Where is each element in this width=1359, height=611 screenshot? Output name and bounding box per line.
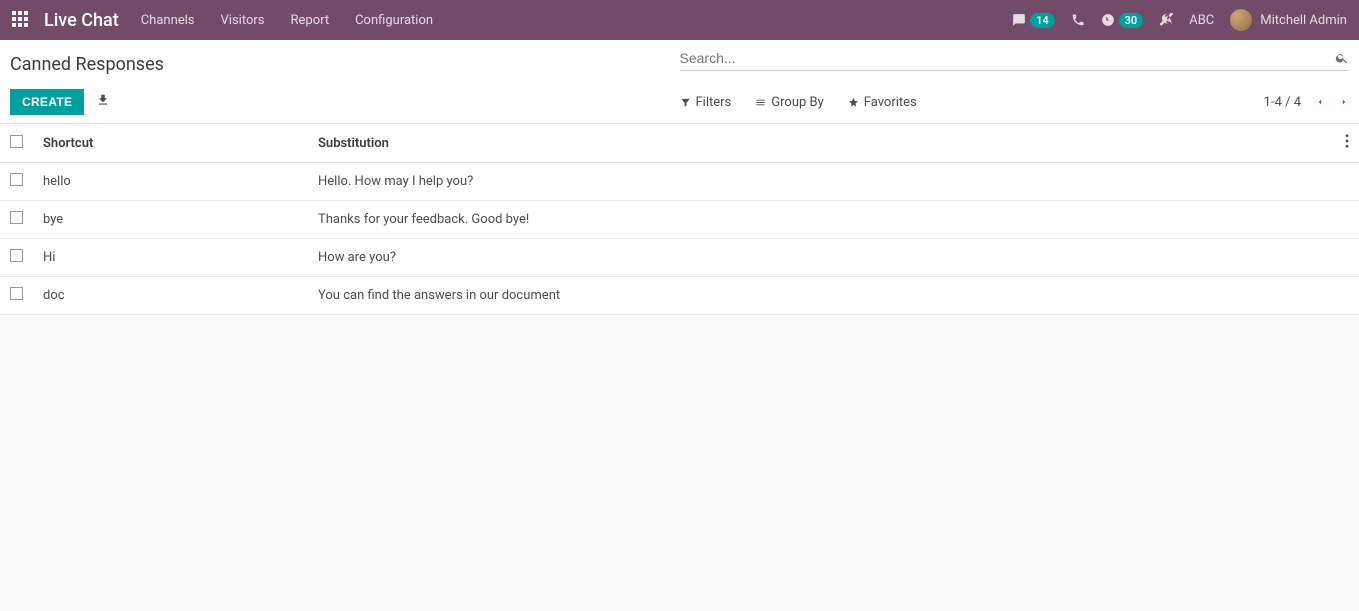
favorites-button[interactable]: Favorites xyxy=(848,95,917,110)
phone-chip[interactable] xyxy=(1071,13,1085,27)
apps-icon[interactable] xyxy=(12,11,30,29)
pager-prev[interactable] xyxy=(1315,95,1325,109)
row-checkbox[interactable] xyxy=(10,211,23,224)
col-shortcut[interactable]: Shortcut xyxy=(33,124,308,163)
user-name: Mitchell Admin xyxy=(1260,13,1347,28)
kebab-icon xyxy=(1345,134,1349,148)
row-checkbox-cell xyxy=(0,163,33,201)
cell-substitution: Thanks for your feedback. Good bye! xyxy=(308,201,1335,239)
menu-report[interactable]: Report xyxy=(291,13,330,28)
menu-visitors[interactable]: Visitors xyxy=(221,13,265,28)
header-checkbox-cell xyxy=(0,124,33,163)
menu-channels[interactable]: Channels xyxy=(141,13,195,28)
create-button[interactable]: CREATE xyxy=(10,89,84,115)
table-row[interactable]: HiHow are you? xyxy=(0,239,1359,277)
table-row[interactable]: helloHello. How may I help you? xyxy=(0,163,1359,201)
row-checkbox-cell xyxy=(0,277,33,315)
nav-right: 14 30 ABC Mitchell Admin xyxy=(1012,9,1347,31)
filters-button[interactable]: Filters xyxy=(680,95,732,110)
activity-chip[interactable]: 30 xyxy=(1101,13,1144,28)
clock-icon xyxy=(1101,13,1115,27)
col-options[interactable] xyxy=(1335,124,1359,163)
row-checkbox-cell xyxy=(0,239,33,277)
cell-empty xyxy=(1335,163,1359,201)
search-input[interactable] xyxy=(680,50,1336,66)
row-checkbox[interactable] xyxy=(10,249,23,262)
main-menu: Channels Visitors Report Configuration xyxy=(141,13,433,28)
list-icon xyxy=(755,97,766,108)
phone-icon xyxy=(1071,13,1085,27)
favorites-label: Favorites xyxy=(864,95,917,110)
col-substitution[interactable]: Substitution xyxy=(308,124,1335,163)
top-nav: Live Chat Channels Visitors Report Confi… xyxy=(0,0,1359,40)
pager-text: 1-4 / 4 xyxy=(1264,95,1301,110)
cell-shortcut: doc xyxy=(33,277,308,315)
table-row[interactable]: docYou can find the answers in our docum… xyxy=(0,277,1359,315)
cell-shortcut: bye xyxy=(33,201,308,239)
cell-shortcut: Hi xyxy=(33,239,308,277)
import-button[interactable] xyxy=(96,93,110,111)
row-checkbox[interactable] xyxy=(10,287,23,300)
cell-empty xyxy=(1335,201,1359,239)
row-checkbox[interactable] xyxy=(10,173,23,186)
cell-empty xyxy=(1335,239,1359,277)
download-icon xyxy=(96,93,110,107)
avatar xyxy=(1230,9,1252,31)
app-brand[interactable]: Live Chat xyxy=(44,10,119,31)
row-checkbox-cell xyxy=(0,201,33,239)
cp-tools: Filters Group By Favorites 1-4 / 4 xyxy=(680,95,1350,110)
cell-shortcut: hello xyxy=(33,163,308,201)
cell-substitution: Hello. How may I help you? xyxy=(308,163,1335,201)
funnel-icon xyxy=(680,97,691,108)
cell-empty xyxy=(1335,277,1359,315)
pager: 1-4 / 4 xyxy=(1264,95,1349,110)
table-row[interactable]: byeThanks for your feedback. Good bye! xyxy=(0,201,1359,239)
menu-configuration[interactable]: Configuration xyxy=(355,13,433,28)
pager-next[interactable] xyxy=(1339,95,1349,109)
company-switcher[interactable]: ABC xyxy=(1189,13,1214,28)
cell-substitution: How are you? xyxy=(308,239,1335,277)
messages-chip[interactable]: 14 xyxy=(1012,13,1055,28)
debug-icon xyxy=(1159,13,1173,27)
records-table: Shortcut Substitution helloHello. How ma… xyxy=(0,124,1359,315)
filters-label: Filters xyxy=(696,95,732,110)
user-menu[interactable]: Mitchell Admin xyxy=(1230,9,1347,31)
breadcrumb: Canned Responses xyxy=(10,54,164,75)
messages-icon xyxy=(1012,13,1026,27)
search-icon[interactable] xyxy=(1335,51,1349,65)
control-panel: Canned Responses CREATE Filters Group By… xyxy=(0,40,1359,124)
star-icon xyxy=(848,97,859,108)
cell-substitution: You can find the answers in our document xyxy=(308,277,1335,315)
select-all-checkbox[interactable] xyxy=(10,135,23,148)
activity-badge: 30 xyxy=(1119,13,1144,28)
messages-badge: 14 xyxy=(1030,13,1055,28)
groupby-label: Group By xyxy=(771,95,824,110)
search-bar[interactable] xyxy=(680,50,1350,71)
debug-chip[interactable] xyxy=(1159,13,1173,27)
groupby-button[interactable]: Group By xyxy=(755,95,824,110)
